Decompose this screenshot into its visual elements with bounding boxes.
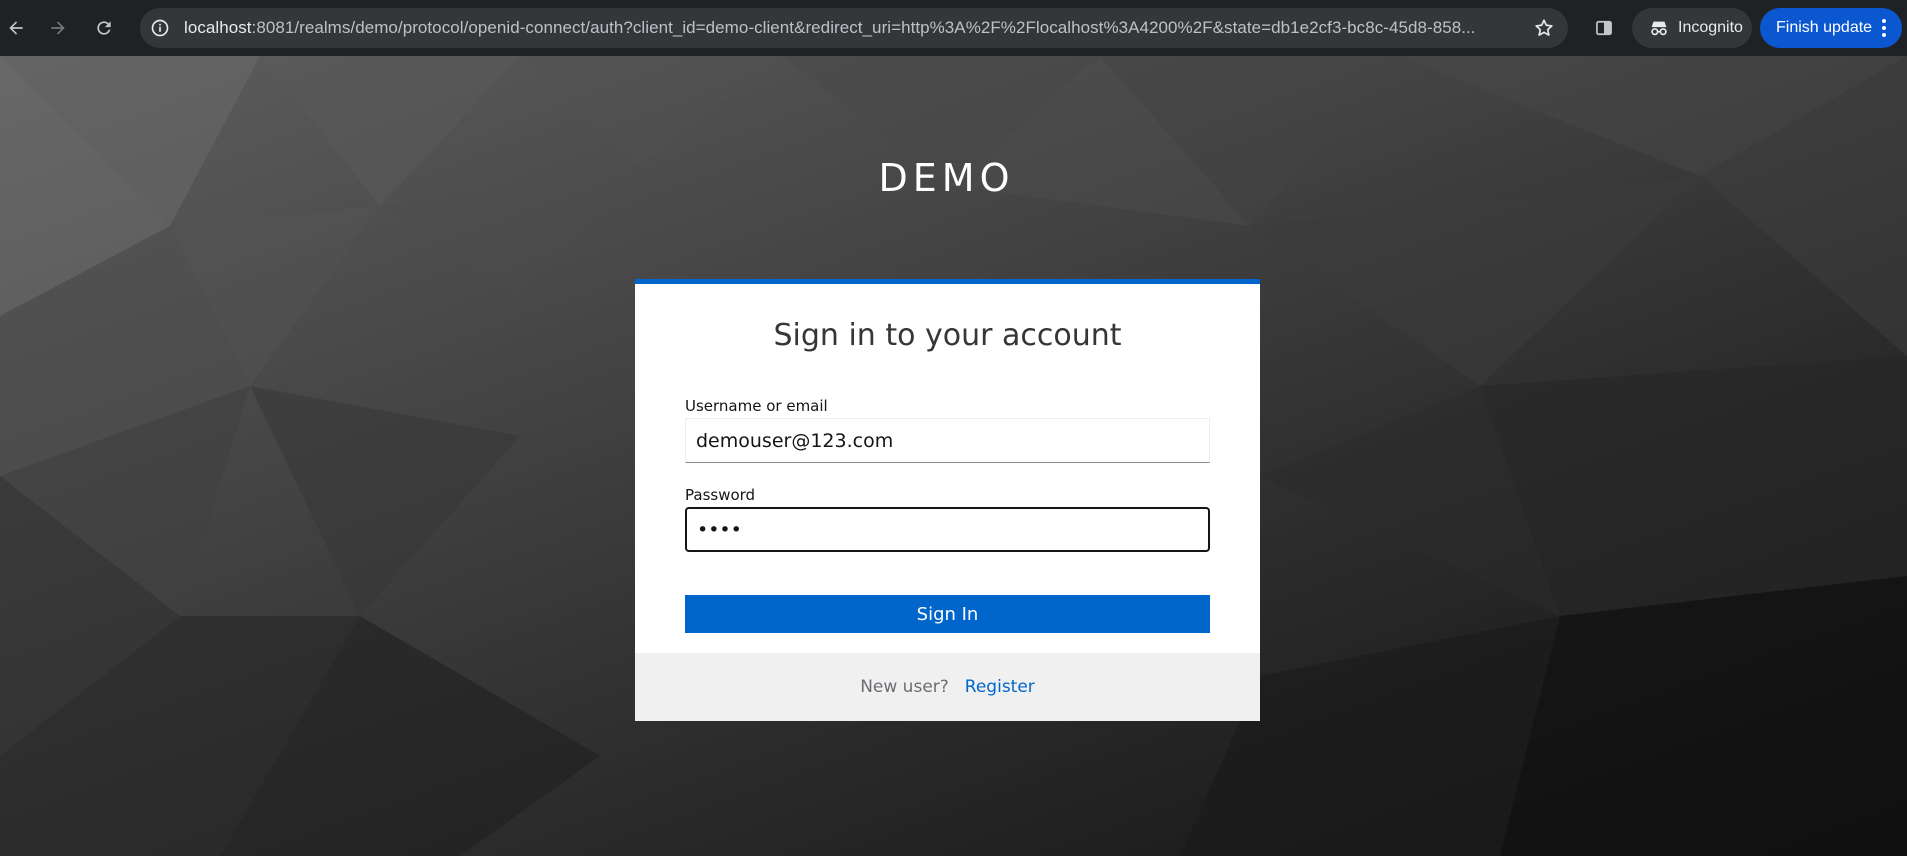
login-page: DEMO Sign in to your account Username or…: [0, 56, 1907, 856]
login-card: Sign in to your account Username or emai…: [635, 279, 1260, 721]
more-vert-icon: [1874, 16, 1894, 40]
side-panel-icon: [1596, 20, 1612, 36]
url-text[interactable]: localhost:8081/realms/demo/protocol/open…: [184, 8, 1522, 48]
url-host: localhost: [184, 18, 252, 37]
reload-icon: [97, 21, 111, 35]
browser-toolbar: localhost:8081/realms/demo/protocol/open…: [0, 0, 1907, 56]
side-panel-button[interactable]: [1588, 12, 1620, 44]
finish-update-label: Finish update: [1776, 19, 1873, 36]
new-user-text: New user?: [860, 677, 949, 697]
page-title: Sign in to your account: [773, 318, 1122, 353]
sign-in-button[interactable]: Sign In: [685, 595, 1210, 633]
site-info-icon: [151, 19, 169, 37]
forward-icon: [51, 21, 65, 35]
incognito-label: Incognito: [1678, 19, 1743, 36]
password-field[interactable]: [685, 507, 1210, 552]
realm-title: DEMO: [878, 156, 1015, 200]
incognito-icon: [1651, 21, 1667, 36]
back-icon: [9, 21, 23, 35]
finish-update-button[interactable]: Finish update: [1760, 8, 1902, 48]
forward-button[interactable]: [42, 12, 74, 44]
register-link[interactable]: Register: [965, 677, 1035, 697]
username-label: Username or email: [685, 397, 828, 415]
username-field[interactable]: [685, 418, 1210, 463]
card-footer: New user? Register: [635, 653, 1260, 721]
reload-button[interactable]: [88, 12, 120, 44]
address-bar[interactable]: localhost:8081/realms/demo/protocol/open…: [140, 8, 1568, 48]
url-path: :8081/realms/demo/protocol/openid-connec…: [251, 18, 1476, 37]
bookmark-button[interactable]: [1532, 16, 1556, 40]
password-label: Password: [685, 486, 756, 504]
site-info-button[interactable]: [146, 14, 174, 42]
back-button[interactable]: [0, 12, 32, 44]
star-icon: [1535, 19, 1553, 36]
incognito-indicator[interactable]: Incognito: [1632, 8, 1752, 48]
